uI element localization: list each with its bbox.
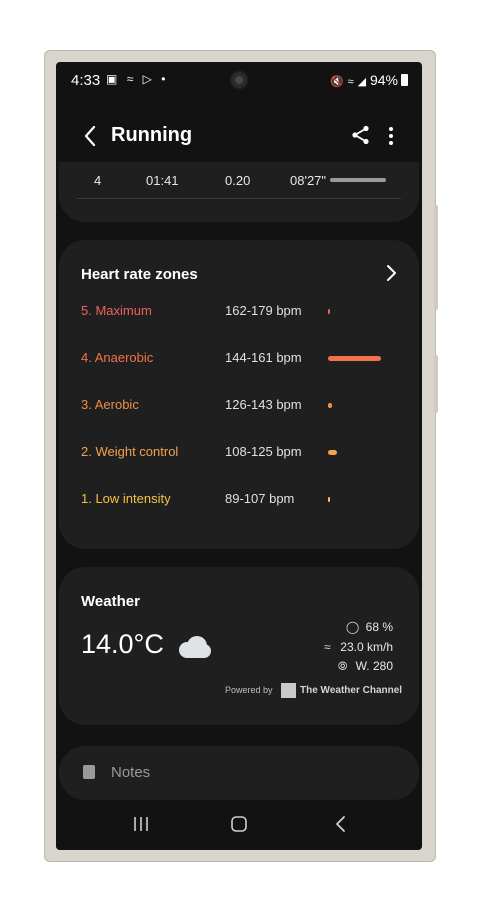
chevron-right-icon [387, 265, 396, 281]
wind-icon: ≈ [126, 72, 137, 86]
home-button[interactable] [226, 814, 252, 834]
play-store-icon: ▷ [142, 72, 155, 86]
weather-provider-name: The Weather Channel [300, 685, 403, 696]
nav-back-button[interactable] [328, 814, 354, 834]
droplet-icon: ◯ [345, 620, 360, 634]
status-right: 🔇 ≈ ◢ 94% [330, 72, 408, 88]
humidity-row: ◯ 68 % [344, 620, 393, 634]
lap-time: 01:41 [146, 173, 179, 188]
notes-icon [83, 765, 95, 779]
back-icon [336, 816, 345, 832]
chevron-left-icon [84, 125, 96, 147]
notification-icons: ▣ ≈ ▷ • [106, 72, 168, 86]
front-camera [231, 72, 247, 88]
battery-icon [401, 74, 408, 86]
battery-percent: 94% [369, 72, 398, 88]
zone-range: 144-161 bpm [225, 350, 302, 365]
status-bar: 4:33 ▣ ≈ ▷ • 🔇 ≈ ◢ 94% [56, 62, 422, 100]
volume-button [434, 355, 438, 413]
zone-name: 4. Anaerobic [81, 350, 154, 365]
humidity-value: 68 % [365, 620, 393, 634]
zone-range: 89-107 bpm [225, 491, 295, 506]
share-button[interactable] [350, 124, 372, 146]
back-button[interactable] [80, 124, 102, 148]
notes-card[interactable]: Notes [59, 746, 419, 800]
zone-name: 1. Low intensity [81, 491, 171, 506]
zone-row: 1. Low intensity 89-107 bpm [59, 491, 419, 515]
wind-icon: ≈ [324, 640, 331, 654]
more-vertical-icon [389, 127, 393, 145]
home-icon [231, 816, 247, 832]
power-button [434, 205, 438, 310]
status-time: 4:33 [71, 72, 101, 89]
zone-bar [328, 497, 330, 502]
zone-bar [328, 356, 381, 361]
divider [77, 198, 401, 199]
zone-row: 2. Weight control 108-125 bpm [59, 444, 419, 468]
heart-rate-zones-title: Heart rate zones [81, 266, 198, 283]
wifi-icon: ≈ [347, 76, 354, 88]
screen: 4:33 ▣ ≈ ▷ • 🔇 ≈ ◢ 94% Running 4 01:41 0… [56, 62, 422, 850]
zone-bar [328, 403, 332, 408]
zone-name: 5. Maximum [81, 303, 152, 318]
zone-range: 162-179 bpm [225, 303, 302, 318]
share-icon [352, 125, 369, 145]
wind-speed-row: ≈23.0 km/h [318, 640, 393, 654]
more-options-button[interactable] [386, 124, 396, 148]
heart-rate-zones-card[interactable]: Heart rate zones 5. Maximum 162-179 bpm 4.… [59, 240, 419, 549]
weather-channel-logo [281, 683, 296, 698]
recents-icon [134, 817, 148, 831]
heart-rate-zones-more[interactable] [385, 264, 397, 282]
zone-row: 5. Maximum 162-179 bpm [59, 303, 419, 327]
powered-by-label: Powered by [225, 685, 273, 695]
zone-row: 3. Aerobic 126-143 bpm [59, 397, 419, 421]
dot-icon: • [161, 72, 169, 86]
notes-label: Notes [111, 764, 151, 781]
signal-icon: ◢ [357, 76, 367, 88]
laps-card: 4 01:41 0.20 08'27" [59, 162, 419, 222]
zone-bar [328, 309, 330, 314]
lap-number: 4 [94, 173, 102, 188]
compass-icon: ⦾ [337, 659, 348, 673]
zone-name: 3. Aerobic [81, 397, 139, 412]
weather-card: Weather 14.0°C ◯ 68 % ≈23.0 km/h ⦾ W. 280 … [59, 567, 419, 725]
mute-icon: 🔇 [330, 76, 344, 88]
weather-title: Weather [81, 593, 140, 610]
wind-direction-row: ⦾ W. 280 [334, 659, 393, 674]
lap-pace-bar [330, 178, 386, 182]
zone-row: 4. Anaerobic 144-161 bpm [59, 350, 419, 374]
cloud-icon [175, 635, 211, 664]
recents-button[interactable] [128, 814, 154, 834]
lap-pace: 08'27" [290, 173, 327, 188]
zone-bar [328, 450, 337, 455]
zone-range: 108-125 bpm [225, 444, 302, 459]
lap-distance: 0.20 [225, 173, 251, 188]
temperature: 14.0°C [81, 629, 164, 659]
wind-direction-value: W. 280 [355, 659, 393, 673]
wind-speed-value: 23.0 km/h [340, 640, 393, 654]
navigation-bar [56, 800, 422, 850]
image-icon: ▣ [106, 72, 121, 86]
app-header: Running [56, 114, 422, 158]
page-title: Running [111, 124, 193, 146]
zone-name: 2. Weight control [81, 444, 179, 459]
zone-range: 126-143 bpm [225, 397, 302, 412]
